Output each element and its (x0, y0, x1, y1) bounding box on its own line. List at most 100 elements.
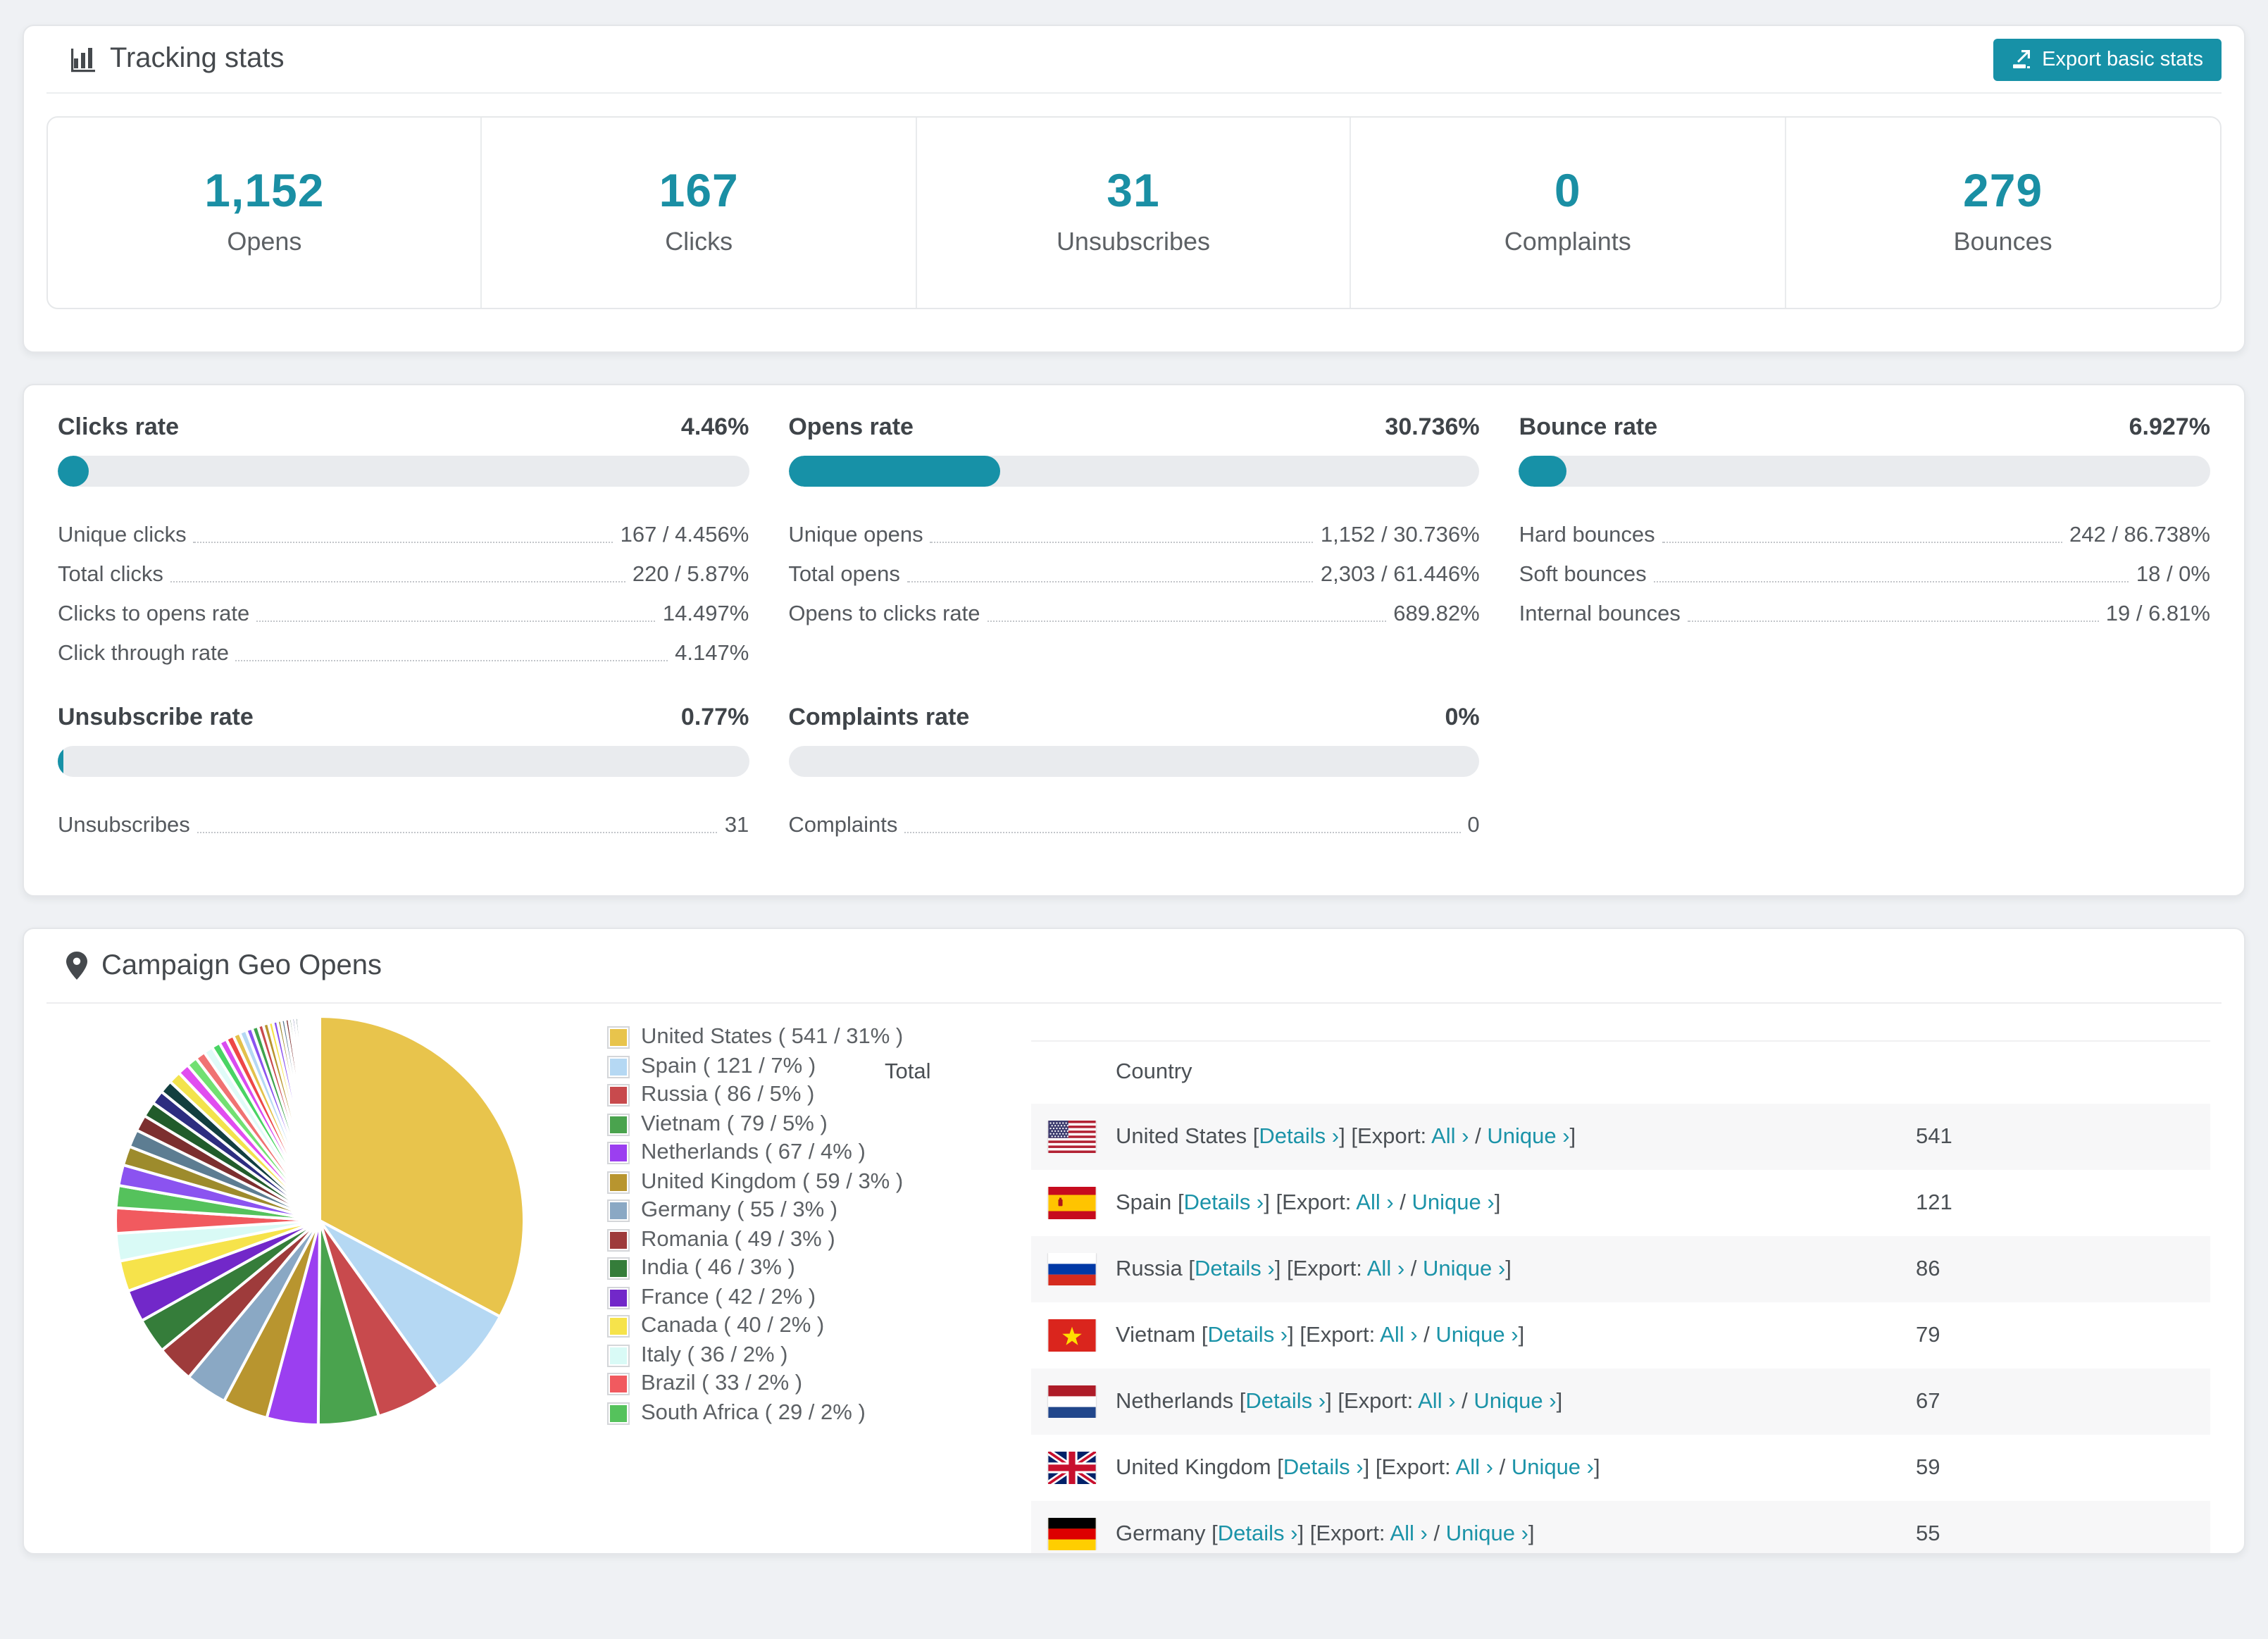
legend-swatch (609, 1201, 628, 1221)
close-bracket: ] (1569, 1124, 1576, 1148)
slash-separator: / (1427, 1521, 1446, 1545)
stat-value: 0 (1554, 164, 1581, 216)
details-link[interactable]: Details › (1283, 1455, 1364, 1479)
legend-swatch (609, 1316, 628, 1337)
bar-chart-icon (70, 46, 97, 73)
country-cell-text: Vietnam [Details ›] [Export: All › / Uni… (1116, 1323, 1524, 1348)
stat-card-bounces: 279 Bounces (1786, 118, 2220, 308)
export-all-link[interactable]: All › (1418, 1389, 1455, 1413)
export-unique-link[interactable]: Unique › (1512, 1455, 1594, 1479)
export-unique-link[interactable]: Unique › (1487, 1124, 1569, 1148)
stat-value: 31 (1107, 164, 1160, 216)
details-link[interactable]: Details › (1259, 1124, 1339, 1148)
rate-percent: 4.46% (680, 413, 749, 440)
stat-label: Complaints (1504, 228, 1631, 256)
country-name: Russia (1116, 1257, 1183, 1280)
open-bracket: [ (1277, 1455, 1283, 1479)
rate-progress-track (58, 456, 749, 487)
legend-label: Spain ( 121 / 7% ) (641, 1054, 816, 1078)
legend-label: France ( 42 / 2% ) (641, 1285, 816, 1309)
country-cell: Vietnam [Details ›] [Export: All › / Uni… (1031, 1319, 1524, 1352)
export-all-link[interactable]: All › (1390, 1521, 1427, 1545)
close-bracket: ] (1363, 1455, 1370, 1479)
export-icon (2011, 49, 2032, 70)
legend-swatch (609, 1057, 628, 1077)
legend-swatch (609, 1172, 628, 1192)
export-all-link[interactable]: All › (1431, 1124, 1469, 1148)
country-name: Spain (1116, 1190, 1172, 1214)
dotted-leader (987, 621, 1387, 622)
rate-progress-fill (1519, 456, 1567, 487)
rate-title: Complaints rate (788, 704, 970, 730)
rate-detail-row: Internal bounces 19 / 6.81% (1519, 588, 2210, 628)
legend-item: Russia ( 86 / 5% ) (609, 1081, 1031, 1110)
rate-detail-label: Soft bounces (1519, 563, 1647, 587)
export-all-link[interactable]: All › (1380, 1323, 1417, 1347)
export-unique-link[interactable]: Unique › (1473, 1389, 1556, 1413)
rate-block-clicks-rate: Clicks rate 4.46% Unique clicks 167 / 4.456… (58, 413, 749, 667)
export-unique-link[interactable]: Unique › (1446, 1521, 1528, 1545)
legend-label: Romania ( 49 / 3% ) (641, 1227, 835, 1252)
details-link[interactable]: Details › (1207, 1323, 1288, 1347)
legend-label: South Africa ( 29 / 2% ) (641, 1400, 866, 1425)
open-bracket: [ (1252, 1124, 1259, 1148)
legend-item: Netherlands ( 67 / 4% ) (609, 1139, 1031, 1168)
page-title: Tracking stats (46, 43, 285, 75)
legend-swatch (609, 1259, 628, 1279)
total-cell: 541 (1916, 1124, 1952, 1148)
rate-title: Clicks rate (58, 413, 179, 440)
geo-section-header: Campaign Geo Opens (46, 929, 2222, 1004)
legend-label: Canada ( 40 / 2% ) (641, 1314, 825, 1338)
pie-slice[interactable] (317, 1014, 321, 1221)
legend-item: South Africa ( 29 / 2% ) (609, 1399, 1031, 1428)
export-all-link[interactable]: All › (1356, 1190, 1393, 1214)
stat-card-opens: 1,152 Opens (48, 118, 482, 308)
close-bracket: ] (1494, 1190, 1501, 1214)
legend-label: United States ( 541 / 31% ) (641, 1025, 904, 1049)
details-link[interactable]: Details › (1184, 1190, 1264, 1214)
details-link[interactable]: Details › (1218, 1521, 1298, 1545)
us-flag-icon (1048, 1121, 1096, 1153)
export-all-link[interactable]: All › (1367, 1257, 1404, 1280)
export-basic-stats-button[interactable]: Export basic stats (1993, 38, 2222, 80)
dotted-leader (193, 542, 613, 543)
legend-label: Russia ( 86 / 5% ) (641, 1083, 815, 1107)
rate-detail-value: 167 / 4.456% (620, 523, 749, 547)
rate-detail-value: 31 (724, 814, 749, 837)
rate-detail-row: Complaints 0 (788, 799, 1479, 839)
dotted-leader (235, 660, 668, 661)
rate-detail-label: Internal bounces (1519, 602, 1681, 626)
export-all-link[interactable]: All › (1456, 1455, 1493, 1479)
stat-label: Bounces (1953, 228, 2052, 256)
country-cell-text: Russia [Details ›] [Export: All › / Uniq… (1116, 1257, 1512, 1282)
table-row: Russia [Details ›] [Export: All › / Uniq… (1031, 1236, 2210, 1302)
rate-detail-value: 0 (1467, 814, 1480, 837)
stat-label: Clicks (665, 228, 733, 256)
vn-flag-icon (1048, 1319, 1096, 1352)
nl-flag-icon (1048, 1385, 1096, 1418)
legend-label: Brazil ( 33 / 2% ) (641, 1371, 803, 1396)
rate-percent: 30.736% (1385, 413, 1480, 440)
legend-item: Romania ( 49 / 3% ) (609, 1226, 1031, 1254)
dotted-leader (904, 832, 1461, 833)
rate-progress-track (788, 456, 1480, 487)
rate-detail-value: 689.82% (1393, 602, 1480, 626)
legend-swatch (609, 1374, 628, 1395)
details-link[interactable]: Details › (1195, 1257, 1275, 1280)
country-column-header: Country (1116, 1060, 1192, 1084)
export-unique-link[interactable]: Unique › (1423, 1257, 1505, 1280)
close-bracket: ] (1594, 1455, 1600, 1479)
export-unique-link[interactable]: Unique › (1435, 1323, 1518, 1347)
slash-separator: / (1493, 1455, 1512, 1479)
total-cell: 55 (1916, 1521, 1940, 1545)
table-row: Spain [Details ›] [Export: All › / Uniqu… (1031, 1170, 2210, 1236)
rate-block-unsubscribe-rate: Unsubscribe rate 0.77% Unsubscribes 31 (58, 704, 749, 839)
dotted-leader (256, 621, 656, 622)
details-link[interactable]: Details › (1245, 1389, 1326, 1413)
rate-detail-value: 220 / 5.87% (632, 563, 749, 587)
stat-label: Unsubscribes (1056, 228, 1211, 256)
rate-block-complaints-rate: Complaints rate 0% Complaints 0 (788, 704, 1480, 839)
export-unique-link[interactable]: Unique › (1412, 1190, 1495, 1214)
slash-separator: / (1455, 1389, 1474, 1413)
dotted-leader (197, 832, 718, 833)
